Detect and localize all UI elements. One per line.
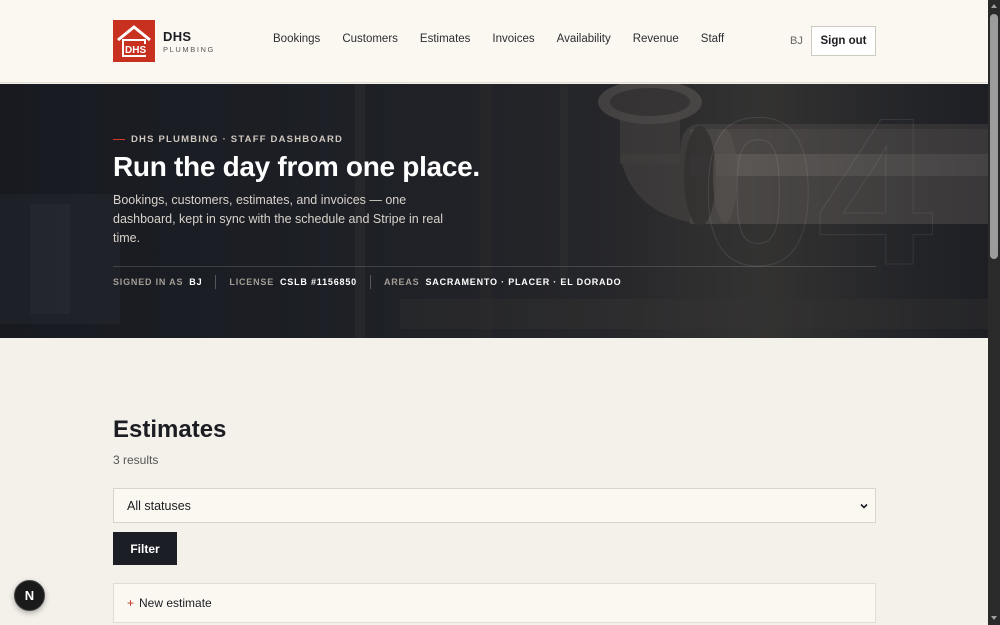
meta-separator: [369, 275, 371, 289]
meta-value: SACRAMENTO · PLACER · EL DORADO: [425, 277, 622, 287]
hero-eyebrow: DHS PLUMBING · STAFF DASHBOARD: [113, 134, 343, 145]
nav-invoices[interactable]: Invoices: [492, 33, 534, 45]
scroll-down-arrow-icon[interactable]: [991, 616, 997, 620]
meta-value: CSLB #1156850: [280, 277, 357, 287]
status-filter-select[interactable]: All statuses: [113, 488, 876, 523]
meta-separator: [215, 275, 217, 289]
scroll-up-arrow-icon[interactable]: [991, 4, 997, 8]
meta-value: BJ: [189, 277, 203, 287]
user-initials: BJ: [790, 35, 803, 47]
scroll-thumb[interactable]: [990, 14, 998, 259]
eyebrow-dash: [113, 139, 125, 140]
hero-meta: SIGNED IN AS BJ LICENSE CSLB #1156850 AR…: [113, 275, 621, 289]
nav-availability[interactable]: Availability: [557, 33, 611, 45]
logo-title: DHS: [163, 28, 192, 44]
page-scrollbar[interactable]: [988, 0, 1000, 625]
site-header: DHS DHS PLUMBING Bookings Customers Esti…: [0, 0, 988, 83]
nav-bookings[interactable]: Bookings: [273, 33, 320, 45]
eyebrow-text: DHS PLUMBING · STAFF DASHBOARD: [131, 134, 344, 145]
hero-description: Bookings, customers, estimates, and invo…: [113, 193, 444, 245]
meta-signed-in: SIGNED IN AS BJ: [113, 277, 202, 287]
logo[interactable]: DHS DHS PLUMBING: [113, 20, 215, 62]
status-select-value: All statuses: [127, 498, 191, 513]
hero-banner: 04 DHS PLUMBING · STAFF DASHBOARD Run th…: [0, 84, 988, 338]
new-estimate-label: New estimate: [139, 596, 212, 610]
main-nav: Bookings Customers Estimates Invoices Av…: [262, 33, 735, 45]
nav-revenue[interactable]: Revenue: [633, 33, 679, 45]
logo-subtitle: PLUMBING: [163, 44, 215, 54]
nav-estimates[interactable]: Estimates: [420, 33, 471, 45]
meta-label: SIGNED IN AS: [113, 277, 184, 287]
meta-label: AREAS: [383, 277, 420, 287]
sign-out-button[interactable]: Sign out: [811, 26, 876, 56]
nav-customers[interactable]: Customers: [342, 33, 398, 45]
results-count: 3 results: [113, 453, 159, 467]
new-estimate-button[interactable]: + New estimate: [113, 583, 876, 623]
page-title: Estimates: [113, 416, 227, 443]
svg-text:DHS: DHS: [125, 45, 146, 56]
meta-license: LICENSE CSLB #1156850: [229, 277, 357, 287]
hero-divider: [113, 266, 876, 267]
nextjs-dev-badge[interactable]: N: [14, 580, 45, 611]
meta-areas: AREAS SACRAMENTO · PLACER · EL DORADO: [384, 277, 622, 287]
nav-staff[interactable]: Staff: [701, 33, 724, 45]
meta-label: LICENSE: [229, 277, 274, 287]
plus-icon: +: [127, 596, 135, 610]
hero-title: Run the day from one place.: [113, 151, 480, 182]
logo-house-icon: DHS: [113, 20, 155, 62]
chevron-down-icon: [860, 503, 868, 509]
filter-button[interactable]: Filter: [113, 532, 177, 565]
